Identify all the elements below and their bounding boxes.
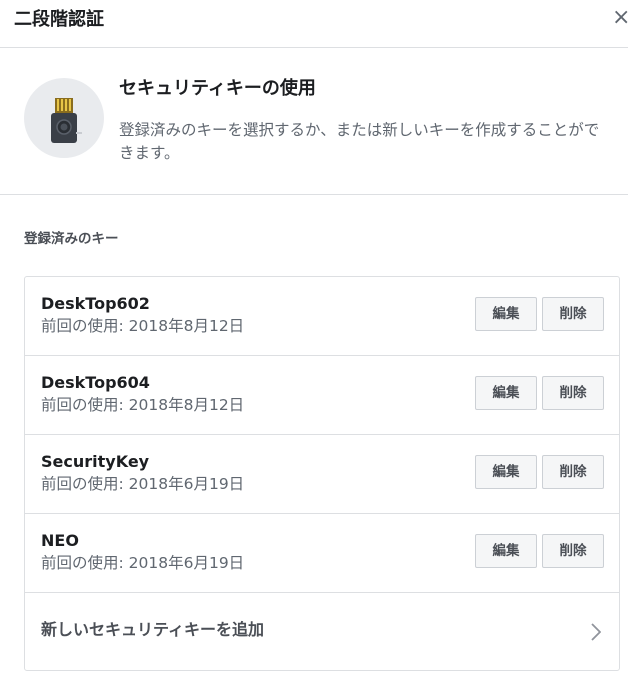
- delete-button[interactable]: 削除: [542, 376, 604, 410]
- add-security-key-row[interactable]: 新しいセキュリティキーを追加: [25, 593, 619, 672]
- two-factor-dialog: 二段階認証 × セキュリティキーの使用 登録済みのキーを選択するか、または新しい…: [0, 0, 628, 682]
- delete-button[interactable]: 削除: [542, 297, 604, 331]
- registered-keys-label: 登録済みのキー: [24, 231, 119, 247]
- delete-button[interactable]: 削除: [542, 455, 604, 489]
- edit-button[interactable]: 編集: [475, 455, 537, 489]
- intro-description: 登録済みのキーを選択するか、または新しいキーを作成することができます。: [119, 121, 600, 162]
- key-row: NEO 前回の使用: 2018年6月19日 編集 削除: [25, 514, 619, 593]
- security-key-icon: [24, 78, 104, 158]
- add-security-key-label: 新しいセキュリティキーを追加: [41, 620, 265, 639]
- key-last-used: 前回の使用: 2018年6月19日: [41, 475, 245, 493]
- key-last-used: 前回の使用: 2018年6月19日: [41, 554, 245, 572]
- dialog-title: 二段階認証: [14, 9, 104, 30]
- intro-section: セキュリティキーの使用 登録済みのキーを選択するか、または新しいキーを作成するこ…: [0, 48, 628, 195]
- edit-button[interactable]: 編集: [475, 297, 537, 331]
- key-row: DeskTop602 前回の使用: 2018年8月12日 編集 削除: [25, 277, 619, 356]
- key-name: NEO: [41, 531, 79, 550]
- key-name: SecurityKey: [41, 452, 150, 471]
- keys-list: DeskTop602 前回の使用: 2018年8月12日 編集 削除 DeskT…: [24, 276, 620, 671]
- edit-button[interactable]: 編集: [475, 534, 537, 568]
- chevron-right-icon: [591, 623, 602, 641]
- key-name: DeskTop604: [41, 373, 150, 392]
- dialog-header: 二段階認証 ×: [0, 0, 628, 48]
- close-icon[interactable]: ×: [612, 6, 628, 30]
- intro-title: セキュリティキーの使用: [119, 78, 316, 99]
- key-row: DeskTop604 前回の使用: 2018年8月12日 編集 削除: [25, 356, 619, 435]
- delete-button[interactable]: 削除: [542, 534, 604, 568]
- key-row: SecurityKey 前回の使用: 2018年6月19日 編集 削除: [25, 435, 619, 514]
- key-name: DeskTop602: [41, 294, 150, 313]
- edit-button[interactable]: 編集: [475, 376, 537, 410]
- key-last-used: 前回の使用: 2018年8月12日: [41, 317, 245, 335]
- key-last-used: 前回の使用: 2018年8月12日: [41, 396, 245, 414]
